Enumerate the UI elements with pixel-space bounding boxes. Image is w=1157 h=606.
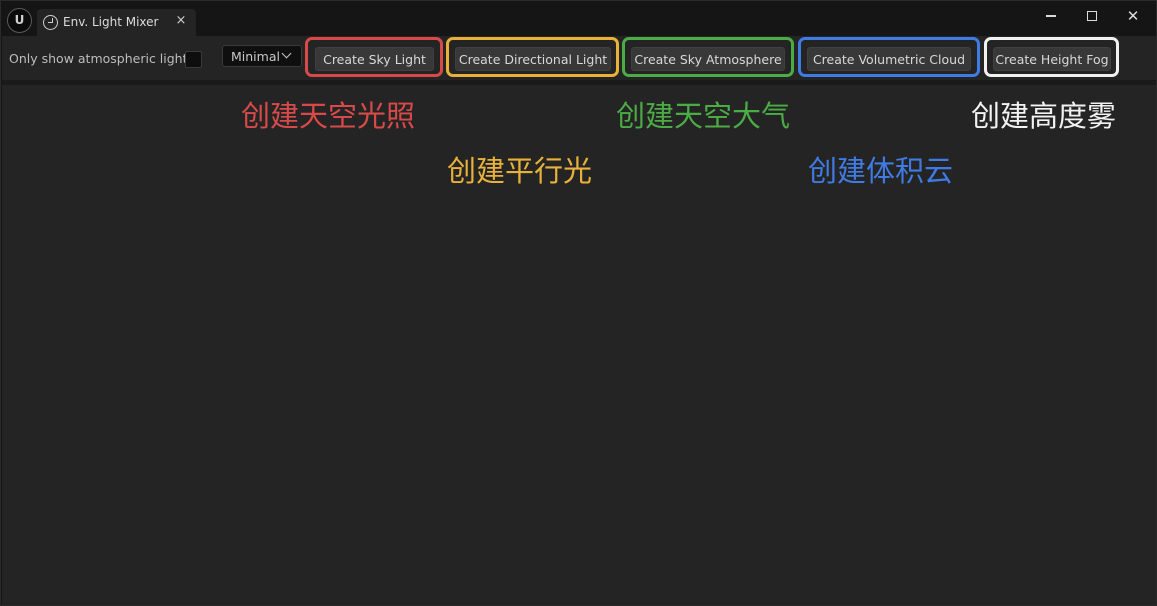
- close-button[interactable]: ✕: [1113, 3, 1153, 29]
- highlight-sky-atmosphere: Create Sky Atmosphere: [622, 37, 794, 77]
- unreal-logo-icon[interactable]: U: [7, 8, 32, 33]
- atmospheric-only-label: Only show atmospheric lights: [9, 51, 195, 66]
- tab-title: Env. Light Mixer: [63, 15, 159, 29]
- env-light-mixer-window: U Env. Light Mixer × ✕ Only show atmosph…: [0, 0, 1157, 606]
- tab-close-icon[interactable]: ×: [174, 14, 188, 28]
- create-sky-atmosphere-button[interactable]: Create Sky Atmosphere: [631, 47, 785, 71]
- highlight-sky-light: Create Sky Light: [305, 37, 443, 77]
- maximize-button[interactable]: [1072, 3, 1112, 29]
- annotation-height-fog: 创建高度雾: [971, 99, 1117, 133]
- annotation-sky-atmosphere: 创建天空大气: [616, 99, 791, 133]
- create-sky-light-button[interactable]: Create Sky Light: [315, 47, 434, 71]
- title-bar: U Env. Light Mixer × ✕: [1, 1, 1156, 36]
- display-mode-value: Minimal: [231, 49, 280, 64]
- annotation-sky-light: 创建天空光照: [241, 99, 416, 133]
- tab-env-light-mixer[interactable]: Env. Light Mixer ×: [37, 9, 196, 36]
- create-directional-light-button[interactable]: Create Directional Light: [455, 47, 611, 71]
- highlight-height-fog: Create Height Fog: [984, 37, 1119, 77]
- toolbar-divider: [2, 80, 1156, 85]
- annotation-volumetric-cloud: 创建体积云: [808, 154, 954, 188]
- create-height-fog-button[interactable]: Create Height Fog: [993, 47, 1111, 71]
- highlight-volumetric-cloud: Create Volumetric Cloud: [798, 37, 980, 77]
- atmospheric-only-checkbox[interactable]: [185, 51, 202, 68]
- maximize-icon: [1087, 11, 1097, 21]
- light-mixer-icon: [43, 15, 58, 30]
- display-mode-dropdown[interactable]: Minimal: [222, 45, 302, 67]
- minimize-icon: [1046, 15, 1056, 17]
- annotation-directional-light: 创建平行光: [447, 154, 593, 188]
- create-volumetric-cloud-button[interactable]: Create Volumetric Cloud: [807, 47, 971, 71]
- close-icon: ✕: [1126, 7, 1140, 25]
- toolbar: Only show atmospheric lights Minimal Cre…: [2, 36, 1156, 80]
- minimize-button[interactable]: [1031, 3, 1071, 29]
- highlight-directional-light: Create Directional Light: [446, 37, 619, 77]
- light-mixer-panel: Only show atmospheric lights Minimal Cre…: [2, 36, 1156, 605]
- chevron-down-icon: [281, 48, 292, 59]
